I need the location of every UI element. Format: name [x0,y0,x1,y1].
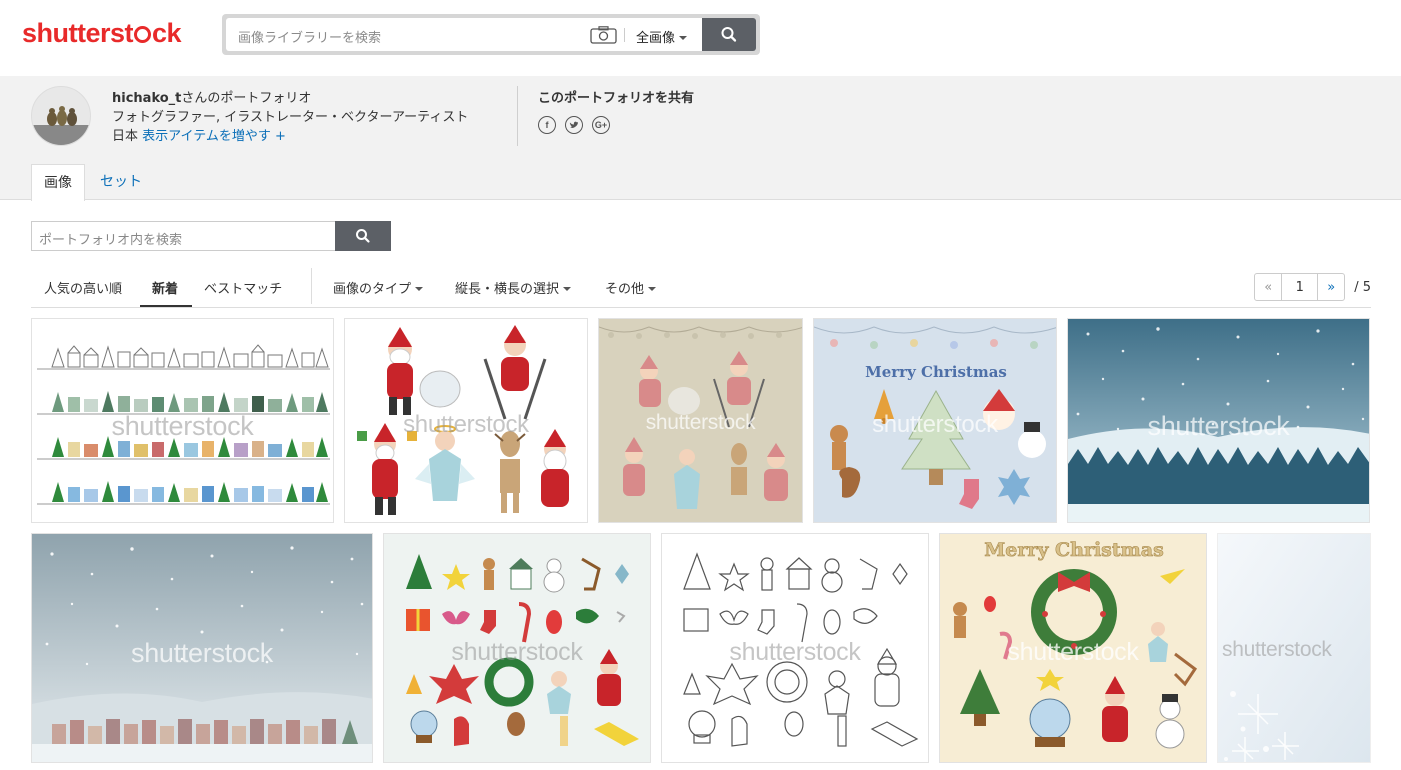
page-total: / 5 [1354,279,1371,295]
sort-best-match[interactable]: ベストマッチ [204,278,282,297]
thumbnail-christmas-icons-color[interactable]: shutterstock [383,533,651,763]
thumbnail-houses-rows[interactable]: shutterstock [31,318,334,523]
filter-other[interactable]: その他 [605,278,657,297]
country-label: 日本 [112,129,139,144]
search-button[interactable] [702,18,756,51]
thumbnail-santa-characters[interactable]: shutterstock [344,318,588,523]
tab-bar: 画像 セット [0,156,1401,201]
filter-orientation[interactable]: 縦長・横長の選択 [455,278,572,297]
tab-images[interactable]: 画像 [31,164,85,201]
filter-divider [311,268,312,304]
search-icon [356,229,370,243]
prev-page-button[interactable]: « [1254,273,1283,301]
search-icon [721,27,737,42]
portfolio-search-placeholder: ポートフォリオ内を検索 [39,233,183,248]
profile-divider [517,86,518,146]
portfolio-search-button[interactable] [335,221,391,251]
chevron-down-icon [679,36,688,40]
avatar [31,86,91,146]
sort-popular[interactable]: 人気の高い順 [44,278,122,297]
sort-newest[interactable]: 新着 [152,278,178,297]
page-number-input[interactable]: 1 [1282,273,1318,301]
pagination: « 1 » / 5 [1254,273,1371,301]
merry-christmas-text: Merry Christmas [865,363,1007,381]
facebook-icon[interactable]: f [538,116,556,134]
name-suffix: さんのポートフォリオ [181,91,312,106]
show-more-link[interactable]: 表示アイテムを増やす + [142,129,286,144]
shutterstock-logo[interactable]: shutterst ck [22,18,182,49]
chevron-down-icon [648,287,657,291]
thumbnail-merry-christmas-cookies[interactable]: Merry Christmas shutterstock [813,318,1057,523]
main-search-bar: 画像ライブラリーを検索 全画像 [222,14,760,55]
share-icons: f G+ [538,116,610,134]
profile-band: hichako_tさんのポートフォリオ フォトグラファー, イラストレーター・ベ… [0,76,1401,156]
chevron-down-icon [563,287,572,291]
share-title: このポートフォリオを共有 [538,91,695,106]
active-sort-underline [140,305,192,307]
thumbnail-snowy-forest[interactable]: shutterstock [1067,318,1370,523]
thumbnail-snow-crystal[interactable]: shutterstock [1217,533,1371,763]
media-type-dropdown[interactable]: 全画像 [636,27,688,46]
sort-filter-row: 人気の高い順 新着 ベストマッチ 画像のタイプ 縦長・横長の選択 その他 « 1… [31,268,1371,308]
username: hichako_t [112,91,182,106]
portfolio-search: ポートフォリオ内を検索 [31,221,391,251]
profile-country: 日本 表示アイテムを増やす + [112,125,286,144]
chevron-down-icon [415,287,424,291]
tab-sets[interactable]: セット [88,164,154,201]
thumbnail-merry-christmas-wreath[interactable]: Merry Christmas shutterstock [939,533,1207,763]
filter-image-type-label: 画像のタイプ [333,282,412,297]
thumbnail-snowy-village[interactable]: shutterstock [31,533,373,763]
filter-orientation-label: 縦長・横長の選択 [455,282,560,297]
search-divider [624,28,625,42]
profile-role: フォトグラファー, イラストレーター・ベクターアーティスト [112,110,469,125]
main-search-input[interactable]: 画像ライブラリーを検索 全画像 [226,18,702,51]
media-type-label: 全画像 [636,31,676,46]
search-placeholder: 画像ライブラリーを検索 [238,31,382,46]
camera-icon[interactable] [590,26,617,44]
portfolio-search-input[interactable]: ポートフォリオ内を検索 [31,221,335,251]
top-header: shutterst ck 画像ライブラリーを検索 全画像 [0,0,1401,76]
merry-christmas-text: Merry Christmas [984,539,1164,561]
google-plus-icon[interactable]: G+ [592,116,610,134]
thumbnail-christmas-icons-outline[interactable]: shutterstock [661,533,929,763]
filter-other-label: その他 [605,282,645,297]
profile-title: hichako_tさんのポートフォリオ [112,87,311,106]
twitter-icon[interactable] [565,116,583,134]
thumbnail-santa-characters-beige[interactable]: shutterstock [598,318,803,523]
filter-image-type[interactable]: 画像のタイプ [333,278,424,297]
next-page-button[interactable]: » [1317,273,1346,301]
